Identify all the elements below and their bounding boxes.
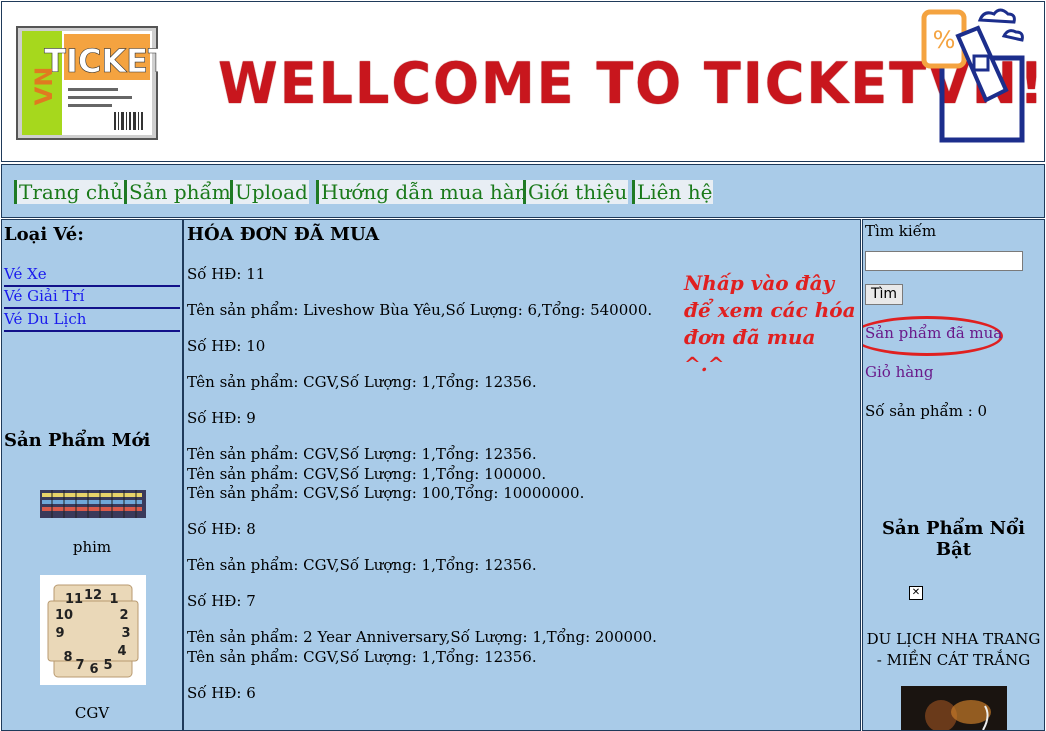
nav-huong-dan-mua-hang[interactable]: Hướng dẫn mua hàng [316,180,542,204]
left-sidebar: Loại Vé: Vé Xe Vé Giải Trí Vé Du Lịch Sả… [1,219,183,731]
purchased-products-link[interactable]: Sản phẩm đã mua [865,324,1002,342]
cart-link[interactable]: Giỏ hàng [865,363,933,381]
svg-text:8: 8 [63,650,72,665]
category-ve-du-lich[interactable]: Vé Du Lịch [4,310,180,332]
product-caption-cgv[interactable]: CGV [2,704,182,722]
main-content: HÓA ĐƠN ĐÃ MUA Số HĐ: 11 Tên sản phẩm: L… [183,219,861,731]
new-products-title: Sản Phẩm Mới [4,430,151,451]
search-label: Tìm kiếm [865,222,937,240]
invoice-item-line: Tên sản phẩm: CGV,Số Lượng: 100,Tổng: 10… [187,484,585,502]
invoice-number: Số HĐ: 8 [187,520,256,538]
main-navbar: Trang chủ Sản phẩm Upload Hướng dẫn mua … [1,164,1045,218]
featured-product-caption[interactable]: DU LỊCH NHA TRANG - MIỀN CÁT TRẮNG [863,629,1044,671]
invoice-item-line: Tên sản phẩm: CGV,Số Lượng: 1,Tổng: 1235… [187,648,537,666]
annotation-note: Nhấp vào đây để xem các hóa đơn đã mua ^… [684,271,856,376]
featured-product-thumbnail[interactable] [901,686,1007,731]
logo-text: TICKET [44,42,158,80]
page-title: HÓA ĐƠN ĐÃ MUA [187,224,380,245]
nav-upload[interactable]: Upload [230,180,309,204]
featured-products-title: Sản Phẩm Nổi Bật [882,518,1025,560]
invoice-item-line: Tên sản phẩm: CGV,Số Lượng: 1,Tổng: 1000… [187,465,547,483]
invoice-item-line: Tên sản phẩm: 2 Year Anniversary,Số Lượn… [187,628,657,646]
nav-lien-he[interactable]: Liên hệ [632,180,714,204]
right-sidebar: Tìm kiếm Tìm Sản phẩm đã mua Giỏ hàng Số… [862,219,1045,731]
svg-text:6: 6 [89,662,98,677]
header-banner: TICKET VN WELLCOME TO TICKETVN! % [1,1,1045,162]
invoice-number: Số HĐ: 11 [187,265,266,283]
category-ve-xe[interactable]: Vé Xe [4,265,180,287]
ticket-logo: TICKET VN [16,26,158,140]
nav-trang-chu[interactable]: Trang chủ [14,180,124,204]
invoice-number: Số HĐ: 9 [187,409,256,427]
invoice-number: Số HĐ: 7 [187,592,256,610]
invoice-item-line: Tên sản phẩm: CGV,Số Lượng: 1,Tổng: 1235… [187,373,537,391]
svg-text:3: 3 [121,626,130,641]
svg-text:2: 2 [119,608,128,623]
product-caption-phim[interactable]: phim [2,538,182,556]
nav-san-pham[interactable]: Sản phẩm [124,180,232,204]
invoice-item-line: Tên sản phẩm: CGV,Số Lượng: 1,Tổng: 1235… [187,556,537,574]
broken-image-icon[interactable]: ✕ [909,586,923,600]
svg-text:5: 5 [103,658,112,673]
svg-text:1: 1 [109,592,118,607]
product-thumbnail-cgv[interactable]: 1211 1 10 2 93 84 765 [40,575,146,685]
svg-text:12: 12 [84,588,102,603]
svg-text:4: 4 [117,644,126,659]
nav-gioi-thieu[interactable]: Giới thiệu [523,180,629,204]
search-input[interactable] [865,251,1023,271]
svg-text:%: % [933,26,956,54]
svg-text:11: 11 [65,592,83,607]
svg-text:9: 9 [55,626,64,641]
search-button[interactable]: Tìm [865,284,903,305]
svg-text:7: 7 [75,658,84,673]
product-count: Số sản phẩm : 0 [865,402,988,420]
invoice-item-line: Tên sản phẩm: Liveshow Bùa Yêu,Số Lượng:… [187,301,653,319]
invoice-number: Số HĐ: 6 [187,684,256,702]
category-ve-giai-tri[interactable]: Vé Giải Trí [4,287,180,309]
invoice-number: Số HĐ: 10 [187,337,266,355]
ticket-clipboard-icon: % [921,8,1025,143]
product-thumbnail-phim[interactable] [40,490,146,518]
category-title: Loại Vé: [4,224,84,245]
invoice-item-line: Tên sản phẩm: CGV,Số Lượng: 1,Tổng: 1235… [187,445,537,463]
svg-text:10: 10 [55,608,73,623]
logo-side-text: VN [30,67,58,106]
